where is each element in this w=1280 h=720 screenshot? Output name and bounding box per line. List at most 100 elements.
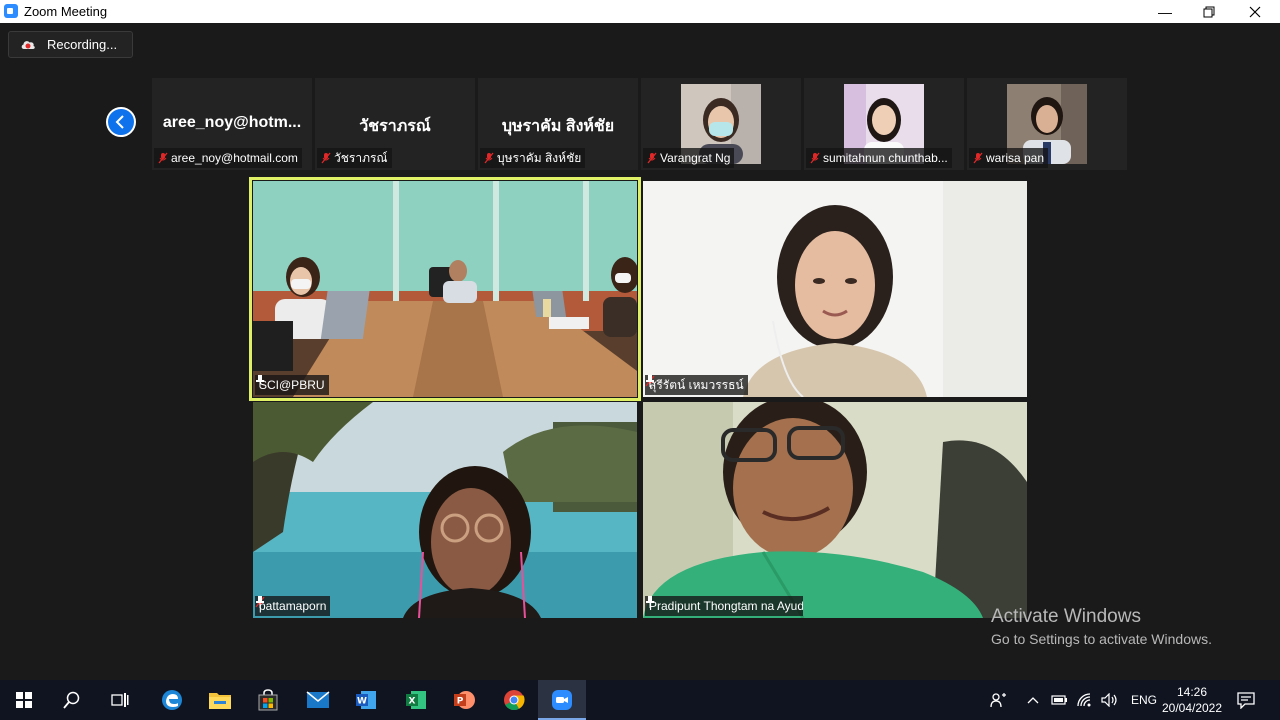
pin-icon bbox=[256, 596, 264, 608]
taskbar-app-chrome[interactable] bbox=[490, 680, 538, 720]
recording-indicator[interactable]: Recording... bbox=[8, 31, 133, 58]
watermark-title: Activate Windows bbox=[991, 606, 1141, 627]
participant-video-tile[interactable]: pattamaporn bbox=[253, 402, 637, 618]
excel-icon: X bbox=[406, 691, 426, 709]
cloud-recording-icon bbox=[21, 41, 35, 49]
search-button[interactable] bbox=[48, 680, 96, 720]
input-language[interactable]: ENG bbox=[1131, 693, 1157, 707]
activate-windows-watermark: Activate Windows Go to Settings to activ… bbox=[991, 606, 1212, 647]
participant-video bbox=[643, 402, 1027, 618]
pin-icon bbox=[646, 375, 654, 387]
taskbar-app-store[interactable] bbox=[244, 680, 292, 720]
participant-video-tile[interactable]: SCI@PBRU bbox=[249, 177, 641, 401]
svg-text:W: W bbox=[357, 697, 367, 707]
mail-icon bbox=[306, 691, 330, 708]
taskbar-clock[interactable]: 14:26 20/04/2022 bbox=[1158, 684, 1226, 716]
zoom-app-icon bbox=[4, 4, 18, 18]
participant-name-label: warisa pan bbox=[986, 151, 1045, 165]
close-button[interactable] bbox=[1232, 0, 1278, 23]
strip-participant-tile[interactable]: warisa pan bbox=[967, 78, 1127, 170]
taskbar-app-powerpoint[interactable]: P bbox=[440, 680, 488, 720]
participant-video bbox=[253, 181, 637, 397]
recording-label: Recording... bbox=[47, 37, 118, 52]
volume-icon[interactable] bbox=[1101, 693, 1119, 707]
search-icon bbox=[63, 691, 80, 709]
taskbar-app-mail[interactable] bbox=[294, 680, 342, 720]
participant-name-label: sumitahnun chunthab... bbox=[823, 151, 948, 165]
close-icon bbox=[1249, 6, 1261, 17]
taskbar-app-zoom[interactable] bbox=[538, 680, 586, 720]
notification-icon bbox=[1237, 692, 1255, 709]
battery-icon[interactable] bbox=[1051, 694, 1069, 706]
restore-button[interactable] bbox=[1186, 0, 1232, 23]
minimize-icon: — bbox=[1158, 3, 1172, 20]
wifi-icon[interactable] bbox=[1077, 693, 1093, 707]
participant-name-tag: Pradipunt Thongtam na Ayudhaya bbox=[645, 596, 803, 616]
previous-page-button[interactable] bbox=[106, 107, 136, 137]
strip-participant-tile[interactable]: sumitahnun chunthab... bbox=[804, 78, 964, 170]
strip-participant-tile[interactable]: บุษราคัม สิงห์ชัย บุษราคัม สิงห์ชัย bbox=[478, 78, 638, 170]
participant-name-tag: วัชราภรณ์ bbox=[317, 148, 392, 168]
clock-date: 20/04/2022 bbox=[1161, 701, 1223, 715]
windows-taskbar: W X P ENG 14:26 20/04/2022 bbox=[0, 680, 1280, 720]
watermark-subtitle: Go to Settings to activate Windows. bbox=[991, 631, 1212, 647]
participant-display-name: วัชราภรณ์ bbox=[359, 118, 431, 135]
pin-icon bbox=[646, 596, 654, 608]
svg-text:P: P bbox=[457, 697, 464, 707]
action-center-button[interactable] bbox=[1224, 680, 1268, 720]
zoom-icon bbox=[552, 690, 572, 710]
participant-video bbox=[643, 181, 1027, 397]
file-explorer-icon bbox=[209, 693, 231, 709]
word-icon: W bbox=[356, 691, 376, 709]
minimize-button[interactable]: — bbox=[1142, 0, 1188, 23]
participant-name-tag: บุษราคัม สิงห์ชัย bbox=[480, 148, 586, 168]
chevron-left-icon bbox=[115, 115, 124, 129]
strip-participant-tile[interactable]: aree_noy@hotm... aree_noy@hotmail.com bbox=[152, 78, 312, 170]
participant-name-tag: sumitahnun chunthab... bbox=[806, 148, 952, 168]
window-titlebar: Zoom Meeting — bbox=[0, 0, 1280, 23]
participant-display-name: aree_noy@hotm... bbox=[162, 114, 302, 131]
participant-video-tile[interactable]: Pradipunt Thongtam na Ayudhaya bbox=[643, 402, 1027, 618]
mic-muted-icon bbox=[810, 152, 820, 164]
svg-text:X: X bbox=[409, 697, 416, 707]
mic-muted-icon bbox=[647, 152, 657, 164]
participant-name-tag: Varangrat Ng bbox=[643, 148, 735, 168]
participant-name-label: pattamaporn bbox=[259, 599, 327, 613]
powerpoint-icon: P bbox=[454, 691, 475, 709]
participant-video bbox=[253, 402, 637, 618]
chrome-icon bbox=[504, 690, 525, 711]
participant-name-label: บุษราคัม สิงห์ชัย bbox=[497, 151, 582, 165]
restore-icon bbox=[1203, 6, 1215, 17]
meeting-area: Recording... aree_noy@hotm... aree_noy@h… bbox=[0, 23, 1280, 680]
participant-video-tile[interactable]: สุรีรัตน์ เหมวรรธน์ bbox=[643, 181, 1027, 397]
system-tray: ENG bbox=[990, 680, 1157, 720]
participant-name-label: Varangrat Ng bbox=[660, 151, 731, 165]
mic-muted-icon bbox=[321, 152, 331, 164]
clock-time: 14:26 bbox=[1176, 685, 1208, 699]
window-title: Zoom Meeting bbox=[24, 4, 108, 19]
taskbar-app-word[interactable]: W bbox=[342, 680, 390, 720]
task-view-icon bbox=[111, 693, 129, 707]
mic-muted-icon bbox=[158, 152, 168, 164]
taskbar-app-file-explorer[interactable] bbox=[196, 680, 244, 720]
taskbar-app-edge[interactable] bbox=[148, 680, 196, 720]
windows-start-icon bbox=[16, 692, 32, 708]
strip-participant-tile[interactable]: วัชราภรณ์ วัชราภรณ์ bbox=[315, 78, 475, 170]
people-icon[interactable] bbox=[990, 691, 1008, 709]
strip-participant-tile[interactable]: Varangrat Ng bbox=[641, 78, 801, 170]
mic-muted-icon bbox=[973, 152, 983, 164]
participant-name-label: aree_noy@hotmail.com bbox=[171, 151, 298, 165]
participant-name-label: SCI@PBRU bbox=[259, 378, 325, 392]
participant-name-tag: pattamaporn bbox=[255, 596, 331, 616]
participant-name-tag: สุรีรัตน์ เหมวรรธน์ bbox=[645, 375, 748, 395]
chevron-up-icon[interactable] bbox=[1027, 695, 1039, 705]
participant-display-name: บุษราคัม สิงห์ชัย bbox=[501, 118, 615, 135]
mic-muted-icon bbox=[484, 152, 494, 164]
task-view-button[interactable] bbox=[96, 680, 144, 720]
participant-name-tag: aree_noy@hotmail.com bbox=[154, 148, 302, 168]
store-icon bbox=[258, 689, 278, 711]
start-button[interactable] bbox=[0, 680, 48, 720]
taskbar-app-excel[interactable]: X bbox=[392, 680, 440, 720]
participant-name-label: วัชราภรณ์ bbox=[334, 151, 388, 165]
participant-name-tag: warisa pan bbox=[969, 148, 1049, 168]
